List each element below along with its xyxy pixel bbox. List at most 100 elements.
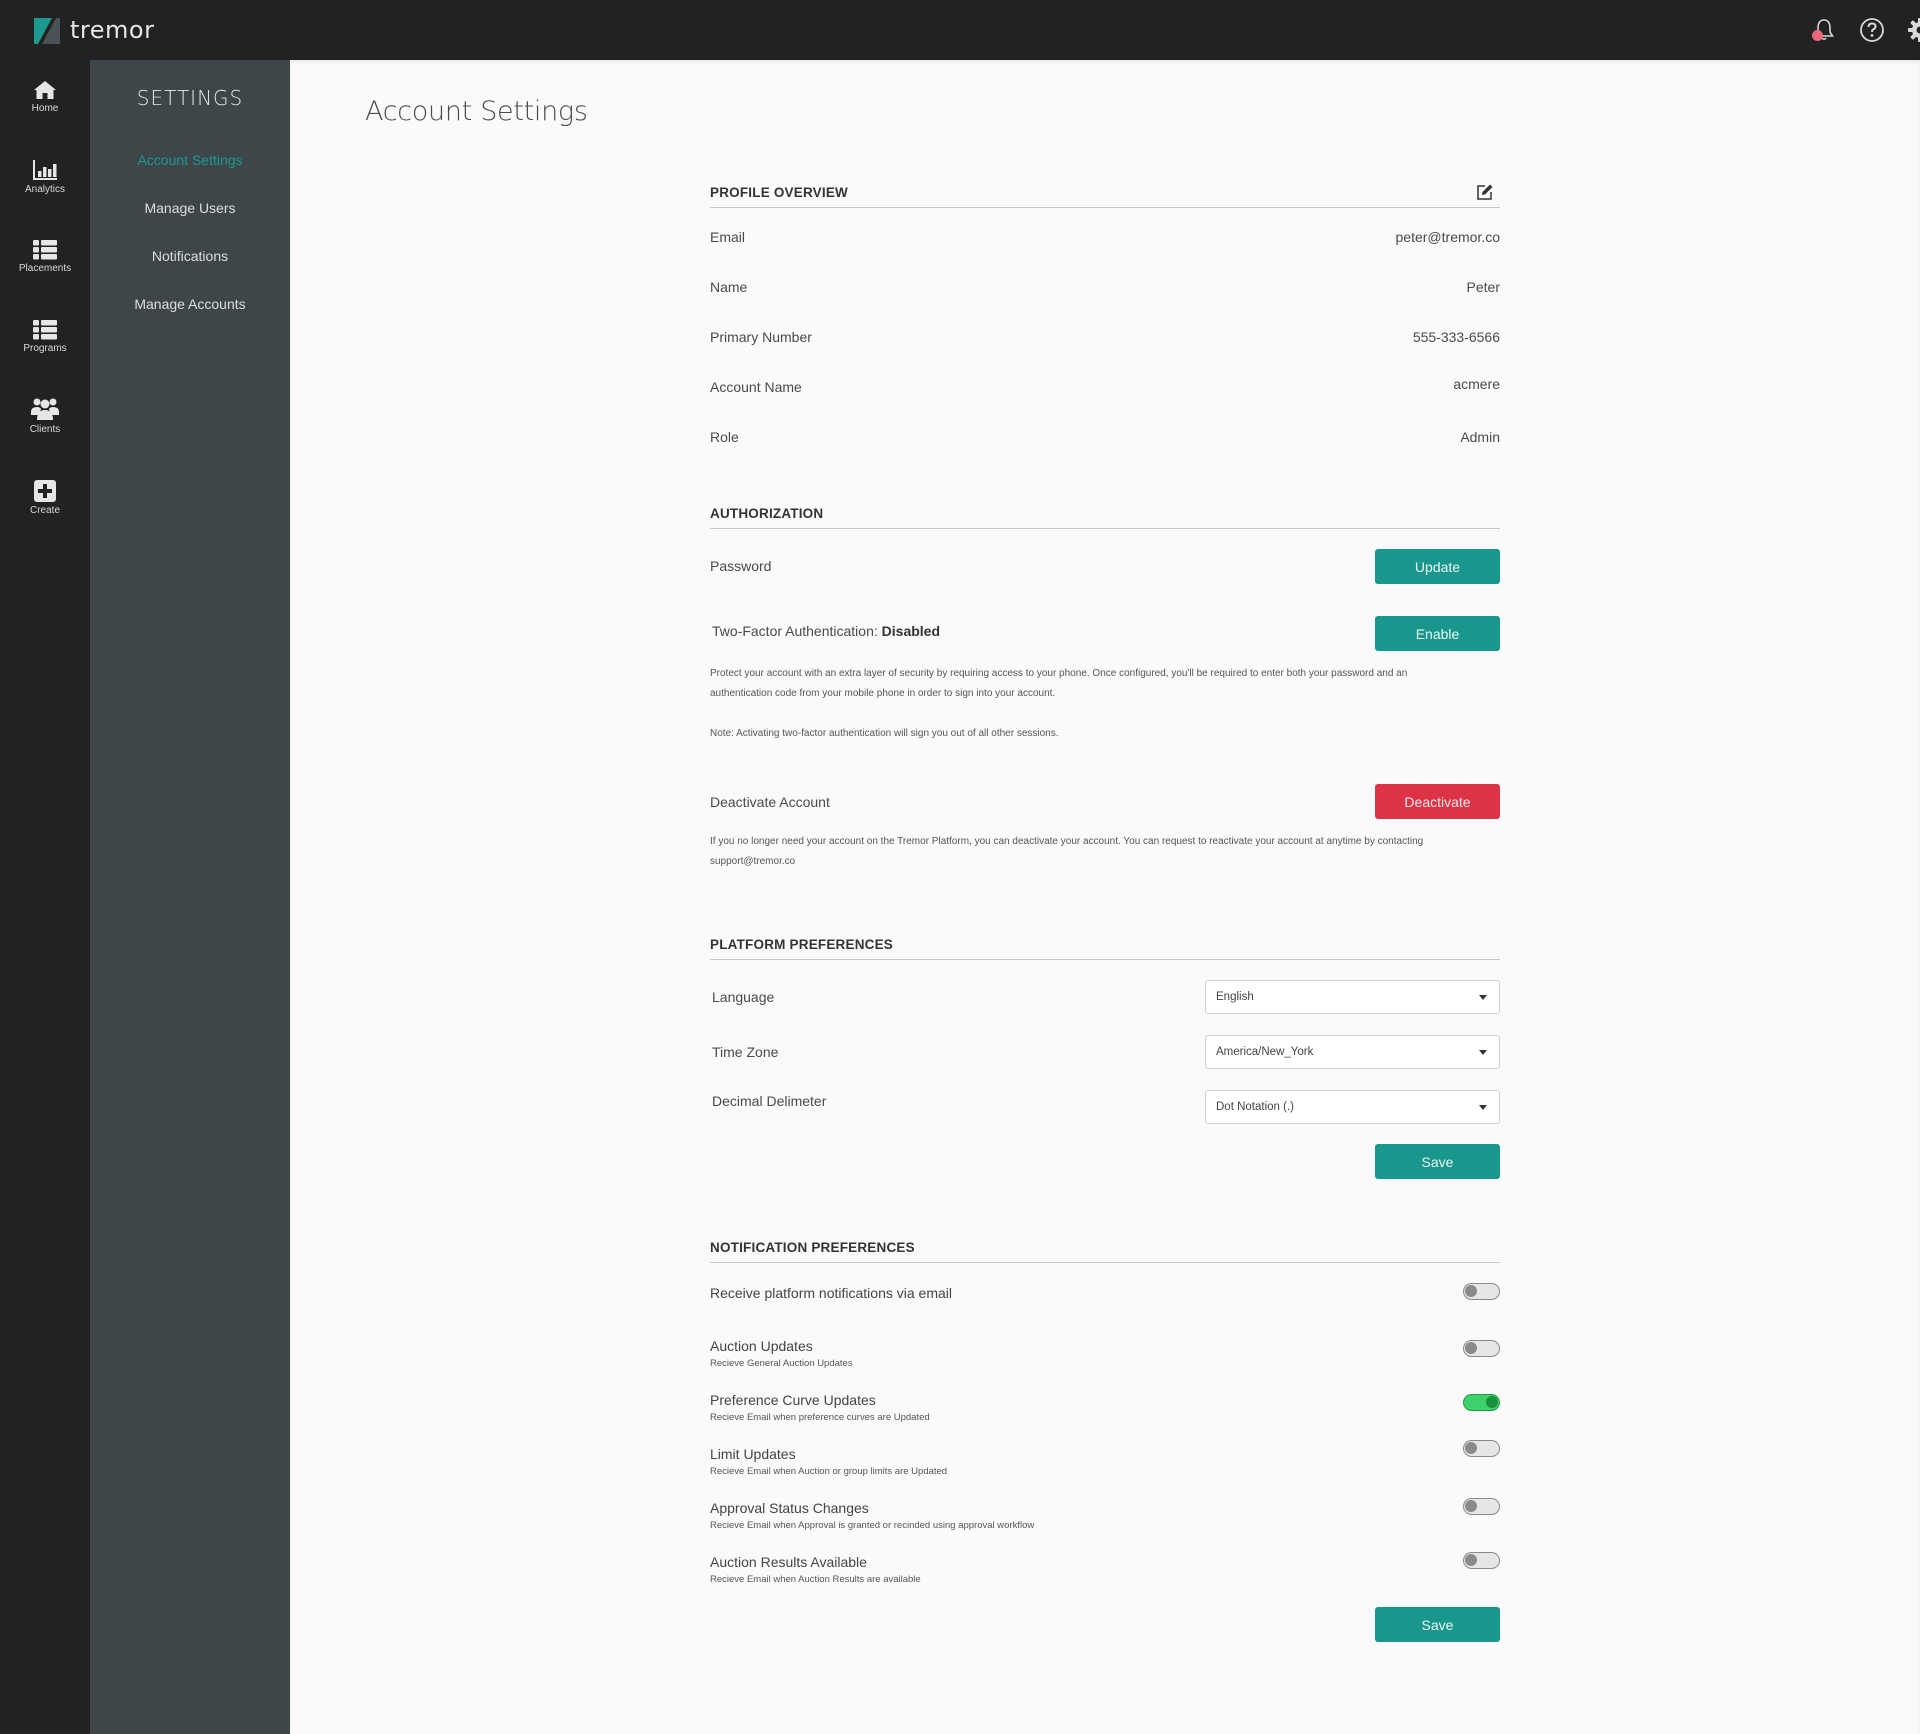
nav-create[interactable]: Create [0,480,90,536]
logo[interactable]: tremor [34,16,155,45]
toggle-knob [1465,1285,1477,1297]
settings-sidebar-title: SETTINGS [136,86,244,110]
nav-programs[interactable]: Programs [0,320,90,376]
deactivate-description-line-1: If you no longer need your account on th… [710,836,1424,847]
email-value: peter@tremor.co [1395,229,1500,245]
authorization-heading: AUTHORIZATION [710,506,824,521]
auction-updates-subtitle: Recieve General Auction Updates [710,1358,853,1369]
profile-overview-heading: PROFILE OVERVIEW [710,185,848,200]
two-factor-label-text: Two-Factor Authentication: [712,623,878,639]
limit-updates-subtitle: Recieve Email when Auction or group limi… [710,1466,948,1477]
auction-results-available-subtitle: Recieve Email when Auction Results are a… [710,1574,921,1585]
approval-status-changes-title: Approval Status Changes [710,1500,869,1516]
approval-status-changes-subtitle: Recieve Email when Approval is granted o… [710,1520,1035,1531]
nav-home[interactable]: Home [0,80,90,136]
brand-name: tremor [70,16,155,44]
password-label: Password [710,558,772,574]
auction-updates-toggle[interactable] [1463,1340,1500,1357]
toggle-knob [1486,1396,1498,1408]
nav-placements-label: Placements [18,263,72,274]
chevron-down-icon [1479,1050,1487,1055]
limit-updates-title: Limit Updates [710,1446,796,1462]
deactivate-button[interactable]: Deactivate [1375,784,1500,819]
toggle-knob [1465,1554,1477,1566]
email-notifications-label: Receive platform notifications via email [710,1285,952,1301]
chevron-down-icon [1479,995,1487,1000]
name-value: Peter [1466,279,1500,295]
sidebar-item-notifications[interactable]: Notifications [90,248,290,264]
save-notification-preferences-button[interactable]: Save [1375,1607,1500,1642]
two-factor-description: Protect your account with an extra layer… [710,664,1500,704]
language-select[interactable]: English [1205,980,1500,1014]
platform-preferences-divider [710,959,1500,960]
top-bar: tremor [0,0,1920,60]
two-factor-label: Two-Factor Authentication: Disabled [712,623,940,639]
sidebar-item-account-settings[interactable]: Account Settings [90,152,290,168]
time-zone-select-value: America/New_York [1216,1046,1314,1058]
primary-nav: Home Analytics Placements Programs Clien… [0,60,90,1734]
logo-mark-icon [34,18,60,44]
limit-updates-toggle[interactable] [1463,1440,1500,1457]
nav-analytics-label: Analytics [24,184,65,195]
time-zone-select[interactable]: America/New_York [1205,1035,1500,1069]
main-content: Account Settings PROFILE OVERVIEW Email … [290,60,1920,1734]
list-icon [33,320,57,340]
settings-sidebar: SETTINGS Account Settings Manage Users N… [90,60,290,1734]
support-email-text: support@tremor.co [710,856,796,867]
nav-placements[interactable]: Placements [0,240,90,296]
save-platform-preferences-button[interactable]: Save [1375,1144,1500,1179]
two-factor-note: Note: Activating two-factor authenticati… [710,728,1059,739]
home-icon [34,81,56,99]
role-label: Role [710,429,739,445]
help-icon[interactable] [1858,16,1886,44]
users-icon [31,398,59,420]
profile-overview-divider [710,207,1500,208]
two-factor-status: Disabled [881,623,941,639]
toggle-knob [1465,1342,1477,1354]
nav-analytics[interactable]: Analytics [0,159,90,215]
nav-create-label: Create [29,505,60,516]
decimal-delimeter-label: Decimal Delimeter [712,1093,827,1109]
notification-preferences-divider [710,1262,1500,1263]
list-icon [33,240,57,260]
account-name-value: acmere [1453,376,1500,392]
toggle-knob [1465,1442,1477,1454]
bar-chart-icon [33,160,57,180]
nav-programs-label: Programs [23,343,67,354]
two-factor-description-line-1: Protect your account with an extra layer… [710,668,1408,679]
email-notifications-toggle[interactable] [1463,1283,1500,1300]
preference-curve-updates-title: Preference Curve Updates [710,1392,876,1408]
authorization-divider [710,528,1500,529]
auction-results-available-title: Auction Results Available [710,1554,867,1570]
notification-preferences-heading: NOTIFICATION PREFERENCES [710,1240,915,1255]
page-title: Account Settings [365,96,588,127]
preference-curve-updates-subtitle: Recieve Email when preference curves are… [710,1412,930,1423]
nav-clients-label: Clients [29,424,61,435]
enable-two-factor-button[interactable]: Enable [1375,616,1500,651]
platform-preferences-heading: PLATFORM PREFERENCES [710,937,894,952]
name-label: Name [710,279,748,295]
nav-clients[interactable]: Clients [0,397,90,453]
edit-icon[interactable] [1476,183,1494,201]
account-name-label: Account Name [710,379,802,395]
toggle-knob [1465,1500,1477,1512]
primary-number-value: 555-333-6566 [1412,329,1500,345]
auction-updates-title: Auction Updates [710,1338,813,1354]
preference-curve-updates-toggle[interactable] [1463,1394,1500,1411]
nav-home-label: Home [31,103,59,114]
auction-results-available-toggle[interactable] [1463,1552,1500,1569]
decimal-delimeter-select[interactable]: Dot Notation (.) [1205,1090,1500,1124]
sidebar-item-manage-accounts[interactable]: Manage Accounts [90,296,290,312]
gear-icon[interactable] [1906,16,1920,44]
deactivate-description: If you no longer need your account on th… [710,832,1500,872]
bell-icon[interactable] [1810,16,1838,44]
language-select-value: English [1216,991,1254,1003]
role-value: Admin [1460,429,1500,445]
sidebar-item-manage-users[interactable]: Manage Users [90,200,290,216]
deactivate-account-label: Deactivate Account [710,794,830,810]
chevron-down-icon [1479,1105,1487,1110]
email-label: Email [710,229,746,245]
update-password-button[interactable]: Update [1375,549,1500,584]
primary-number-label: Primary Number [710,329,812,345]
approval-status-changes-toggle[interactable] [1463,1498,1500,1515]
